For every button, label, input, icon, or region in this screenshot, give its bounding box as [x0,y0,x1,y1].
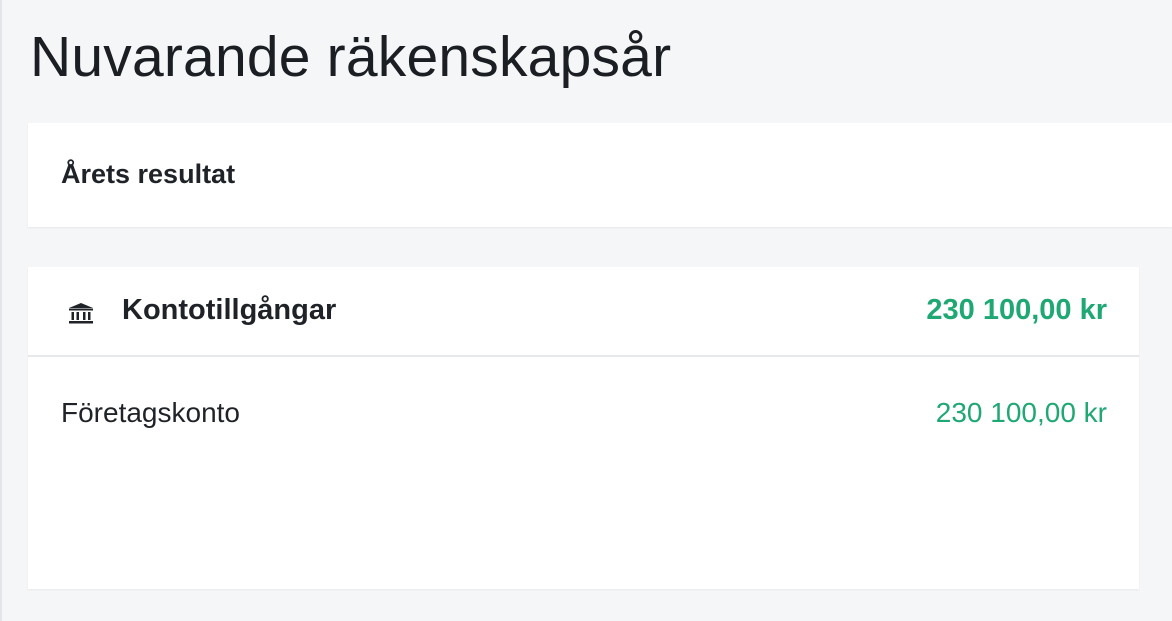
account-row[interactable]: Företagskonto 230 100,00 kr [28,357,1139,437]
assets-card: Kontotillgångar 230 100,00 kr Företagsko… [28,267,1139,589]
assets-total-amount: 230 100,00 kr [926,294,1107,326]
account-name: Företagskonto [61,397,240,428]
left-edge-divider [0,0,2,621]
page-title: Nuvarande räkenskapsår [30,25,672,89]
account-amount: 230 100,00 kr [935,397,1107,428]
result-card: Årets resultat [28,123,1172,227]
assets-card-title: Kontotillgångar [122,294,337,326]
assets-card-header: Kontotillgångar 230 100,00 kr [28,267,1139,357]
result-card-heading: Årets resultat [61,159,236,189]
bank-icon [68,302,94,324]
